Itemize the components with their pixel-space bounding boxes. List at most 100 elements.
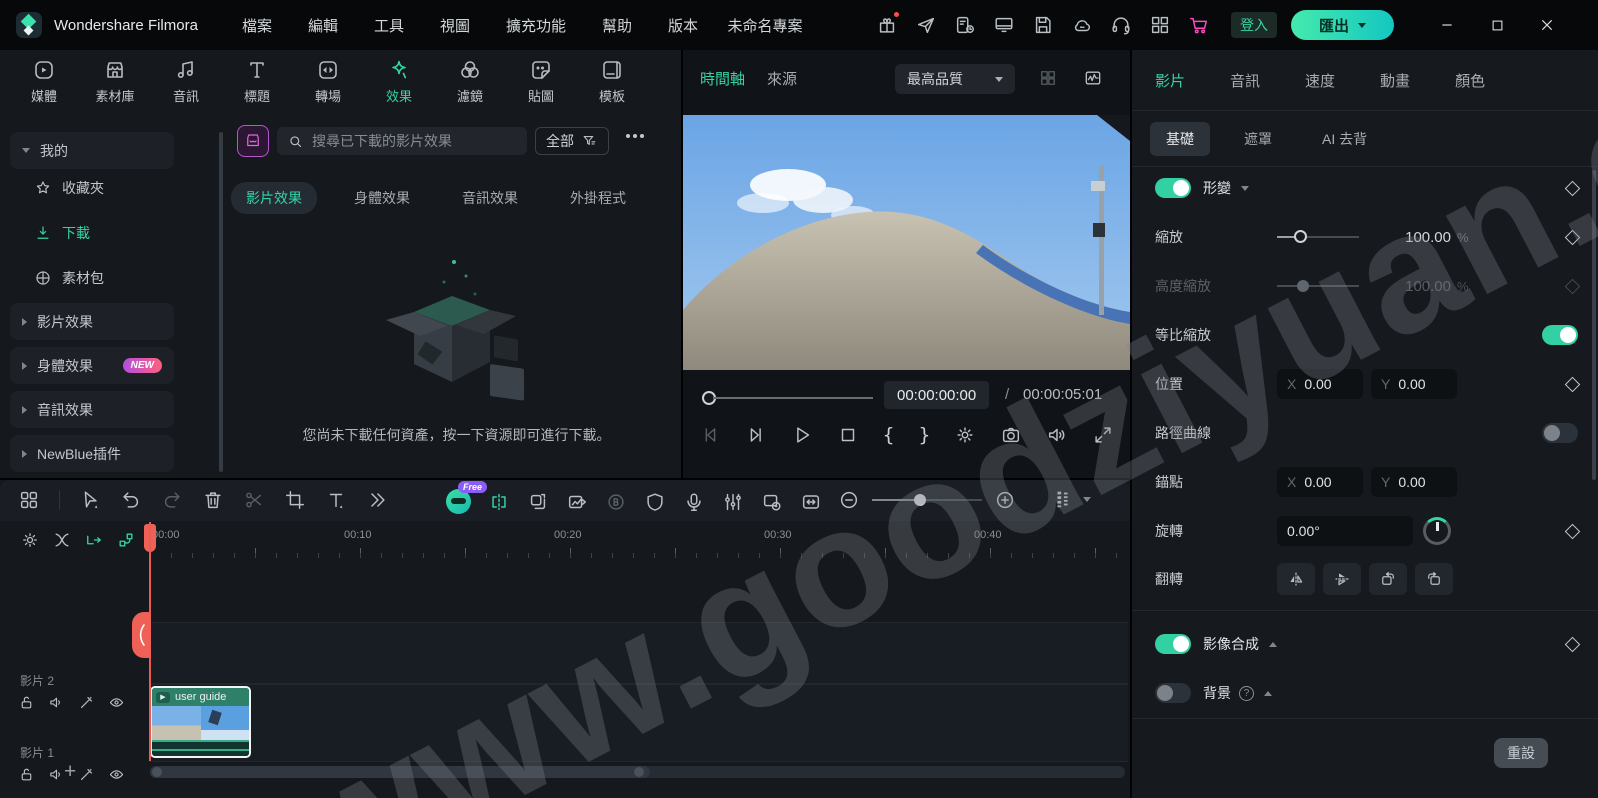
- uniform-scale-toggle[interactable]: [1542, 325, 1578, 345]
- props-tab-color[interactable]: 顏色: [1455, 70, 1485, 91]
- transform-toggle[interactable]: [1155, 178, 1191, 198]
- rotate-ccw-button[interactable]: [1415, 563, 1453, 595]
- subtab-ai-cutout[interactable]: AI 去背: [1306, 122, 1383, 156]
- tab-stickers[interactable]: 貼圖: [519, 58, 563, 114]
- record-voiceover-icon[interactable]: [683, 491, 705, 513]
- save-icon[interactable]: [1032, 14, 1054, 36]
- tab-audio[interactable]: 音訊: [164, 58, 208, 114]
- category-body-effects[interactable]: 身體效果: [339, 182, 425, 214]
- sidebar-item-my[interactable]: 我的: [10, 132, 174, 169]
- rotation-dial[interactable]: [1423, 517, 1451, 545]
- quick-split-icon[interactable]: [488, 491, 510, 513]
- tab-transitions[interactable]: 轉場: [306, 58, 350, 114]
- transform-keyframe-icon[interactable]: [1564, 180, 1581, 196]
- caret-down-icon[interactable]: [1083, 496, 1091, 502]
- playhead-grip[interactable]: [132, 612, 151, 658]
- gift-icon[interactable]: [876, 12, 899, 36]
- snapshot-camera-icon[interactable]: [1000, 424, 1022, 446]
- current-timecode[interactable]: 00:00:00:00: [884, 381, 990, 409]
- fit-timeline-icon[interactable]: [800, 491, 822, 513]
- tab-filters[interactable]: 濾鏡: [448, 58, 492, 114]
- more-options-button[interactable]: [626, 134, 644, 138]
- audio-mixer-icon[interactable]: [722, 491, 744, 513]
- tab-effects[interactable]: 效果: [377, 58, 421, 114]
- anchor-x-field[interactable]: X 0.00: [1277, 467, 1363, 497]
- caret-up-icon[interactable]: [1269, 641, 1277, 647]
- rotate-field[interactable]: 0.00°: [1277, 516, 1413, 546]
- props-tab-audio[interactable]: 音訊: [1230, 70, 1260, 91]
- scale-slider[interactable]: [1277, 230, 1359, 243]
- redo-icon[interactable]: [161, 489, 183, 511]
- search-input[interactable]: [312, 133, 492, 149]
- mark-out-button[interactable]: }: [918, 424, 930, 446]
- cloud-upload-icon[interactable]: [1071, 14, 1093, 36]
- menu-view[interactable]: 視圖: [440, 15, 470, 36]
- anchor-y-field[interactable]: Y 0.00: [1371, 467, 1457, 497]
- sidebar-item-favorites[interactable]: 收藏夾: [34, 178, 104, 198]
- track1-visibility-icon[interactable]: [108, 766, 125, 783]
- fullscreen-icon[interactable]: [1092, 424, 1114, 446]
- mask-shield-icon[interactable]: [644, 491, 666, 513]
- flip-vertical-button[interactable]: [1323, 563, 1361, 595]
- tab-stock[interactable]: 素材庫: [93, 58, 137, 114]
- caret-down-icon[interactable]: [1241, 185, 1249, 191]
- timeline-zoom-slider[interactable]: [872, 494, 982, 506]
- properties-scrollbar[interactable]: [1592, 170, 1596, 480]
- minimize-button[interactable]: [1435, 13, 1459, 37]
- clip-user-guide[interactable]: ▶ user guide: [150, 686, 251, 758]
- cart-icon[interactable]: [1188, 14, 1210, 36]
- track1-mute-icon[interactable]: [48, 766, 65, 783]
- more-tools-icon[interactable]: [366, 489, 388, 511]
- media-browser-icon[interactable]: [18, 489, 40, 511]
- subtab-mask[interactable]: 遮罩: [1228, 122, 1288, 156]
- scale-value[interactable]: 100.00: [1389, 229, 1451, 246]
- category-video-effects[interactable]: 影片效果: [231, 182, 317, 214]
- scale-keyframe-icon[interactable]: [1564, 229, 1581, 245]
- volume-icon[interactable]: [1046, 424, 1068, 446]
- sidebar-item-body-effects[interactable]: 身體效果 NEW: [10, 347, 174, 384]
- rotate-keyframe-icon[interactable]: [1564, 523, 1581, 539]
- zoom-out-icon[interactable]: [838, 489, 860, 511]
- sidebar-item-asset-pack[interactable]: 素材包: [34, 268, 104, 288]
- text-tool-icon[interactable]: [325, 489, 347, 511]
- headset-support-icon[interactable]: [1110, 14, 1132, 36]
- undo-icon[interactable]: [120, 489, 142, 511]
- reset-button[interactable]: 重設: [1494, 738, 1548, 768]
- track2-magic-icon[interactable]: [78, 694, 95, 711]
- multiview-icon[interactable]: [1038, 68, 1058, 88]
- filter-all-button[interactable]: 全部: [535, 127, 609, 155]
- category-plugins[interactable]: 外掛程式: [555, 182, 641, 214]
- tab-titles[interactable]: 標題: [235, 58, 279, 114]
- props-tab-animation[interactable]: 動畫: [1380, 70, 1410, 91]
- scopes-icon[interactable]: [1083, 68, 1103, 88]
- promote-icon[interactable]: [915, 14, 937, 36]
- link-clips-icon[interactable]: [84, 530, 104, 550]
- track2-visibility-icon[interactable]: [108, 694, 125, 711]
- manage-tracks-icon[interactable]: [116, 530, 136, 550]
- ai-portrait-button[interactable]: Free: [446, 481, 488, 514]
- track1-magic-icon[interactable]: [78, 766, 95, 783]
- auto-ripple-icon[interactable]: [52, 530, 72, 550]
- background-toggle[interactable]: [1155, 683, 1191, 703]
- crop-icon[interactable]: [284, 489, 306, 511]
- playback-settings-icon[interactable]: [954, 424, 976, 446]
- scrollbar-left-cap[interactable]: [152, 767, 162, 777]
- preview-tab-timeline[interactable]: 時間軸: [700, 68, 745, 89]
- help-icon[interactable]: ?: [1239, 685, 1254, 701]
- video-preview[interactable]: [683, 115, 1130, 370]
- stop-button[interactable]: [837, 424, 859, 446]
- play-button[interactable]: [791, 424, 813, 446]
- next-frame-button[interactable]: [745, 424, 767, 446]
- position-x-field[interactable]: X 0.00: [1277, 369, 1363, 399]
- props-tab-speed[interactable]: 速度: [1305, 70, 1335, 91]
- flip-horizontal-button[interactable]: [1277, 563, 1315, 595]
- menu-edit[interactable]: 編輯: [308, 15, 338, 36]
- tab-media[interactable]: 媒體: [22, 58, 66, 114]
- track2-lane[interactable]: [150, 622, 1128, 684]
- sidebar-scrollbar[interactable]: [219, 132, 223, 472]
- tab-templates[interactable]: 模板: [590, 58, 634, 114]
- track1-lock-icon[interactable]: [18, 766, 35, 783]
- effects-store-button[interactable]: [237, 125, 269, 157]
- previous-frame-button[interactable]: [699, 424, 721, 446]
- device-history-icon[interactable]: [954, 14, 976, 36]
